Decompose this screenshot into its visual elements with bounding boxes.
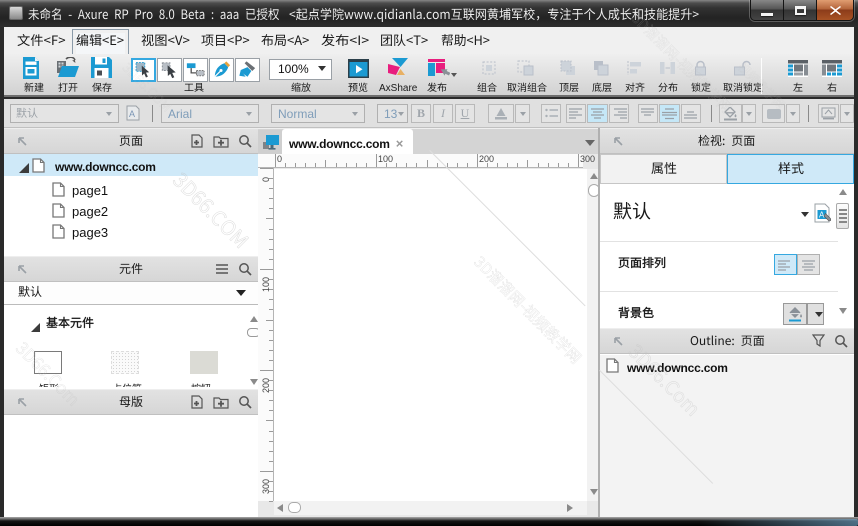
svg-text:A: A (819, 211, 825, 220)
svg-text:A: A (129, 109, 135, 119)
